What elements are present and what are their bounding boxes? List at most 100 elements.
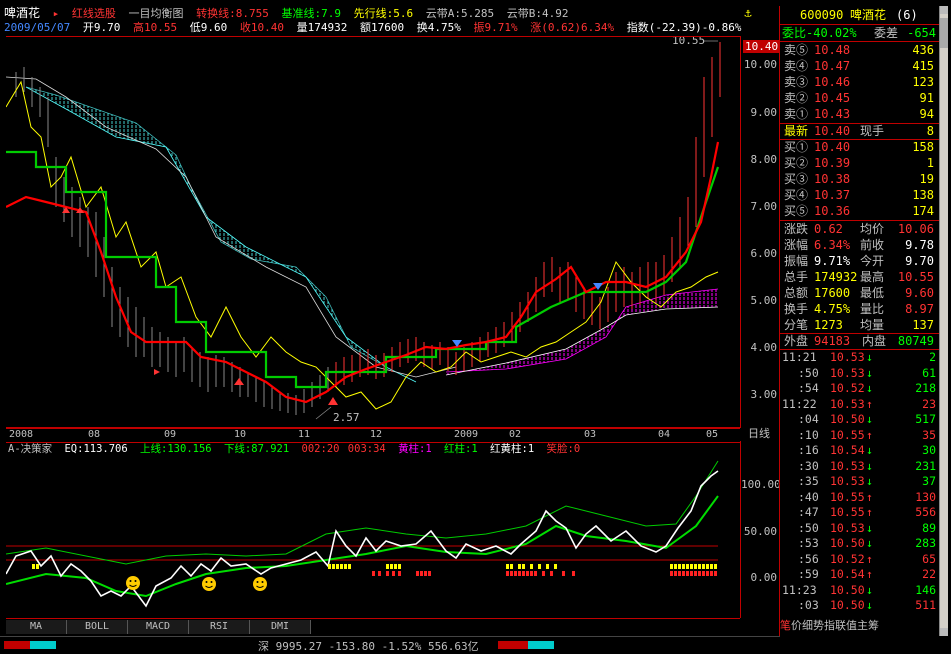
price-y-axis: 10.00 9.00 8.00 7.00 6.00 5.00 4.00 3.00… xyxy=(740,36,781,428)
tab-ma[interactable]: MA xyxy=(6,620,67,634)
bid-price: 10.36 xyxy=(814,204,851,218)
bid-row[interactable]: 买③ 10.38 19 xyxy=(780,172,940,187)
tick-direction-icon: ↑ xyxy=(866,489,873,504)
tick-row: :30 10.53 ↓ 231 xyxy=(780,459,940,475)
sub-y-label-100: 100.00 xyxy=(741,478,781,491)
tick-list[interactable]: 11:21 10.53 ↓ 2 :50 10.53 ↓ 61 :54 10.52 ↓ 218 11… xyxy=(780,350,940,616)
scroll-up-icon[interactable] xyxy=(940,6,948,14)
tick-volume: 30 xyxy=(922,443,936,457)
tick-time: :50 xyxy=(798,365,819,380)
footer-tab[interactable]: 指 xyxy=(824,619,835,632)
sub-upper: 上线:130.156 xyxy=(140,443,212,455)
chikou-value: 先行线:5.6 xyxy=(353,7,414,20)
signal-bars-red xyxy=(372,571,717,576)
scroll-down-icon[interactable] xyxy=(940,628,948,636)
scroll-thumb[interactable] xyxy=(940,18,948,48)
period-tab[interactable]: 日线 xyxy=(742,428,776,441)
bid-label: 买② xyxy=(784,156,809,170)
stat-row: 涨幅 6.34% 前收 9.78 xyxy=(780,237,940,253)
ask-row[interactable]: 卖③ 10.46 123 xyxy=(780,75,940,90)
tick-price: 10.53 xyxy=(830,520,865,535)
tick-time: 11:22 xyxy=(782,396,817,411)
date-label: 08 xyxy=(88,429,101,440)
ask-label: 卖② xyxy=(784,91,809,105)
outer-label: 外盘 xyxy=(784,334,809,348)
stat-value: 10.06 xyxy=(897,222,934,236)
sub-chart-area[interactable] xyxy=(6,456,740,619)
quote-footer-tabs: 笔价细势指联值主筹 xyxy=(780,618,940,634)
stat-label: 均量 xyxy=(860,318,885,332)
sub-red-bar: 红柱:1 xyxy=(444,443,478,455)
tick-direction-icon: ↑ xyxy=(866,396,873,411)
date-label: 03 xyxy=(584,429,597,440)
tick-price: 10.50 xyxy=(830,536,865,550)
info-turnover: 换4.75% xyxy=(416,21,461,34)
tick-direction-icon: ↓ xyxy=(866,412,873,426)
tick-direction-icon: ↓ xyxy=(866,598,873,612)
stat-value: 10.55 xyxy=(897,270,934,284)
smiley-icon xyxy=(253,577,267,591)
y-label-900: 9.00 xyxy=(750,106,778,119)
tick-price: 10.54 xyxy=(830,443,865,457)
sub-t2: 003:34 xyxy=(347,443,386,455)
footer-tab[interactable]: 主 xyxy=(857,619,868,632)
sub-chart-svg xyxy=(6,460,719,608)
y-label-300: 3.00 xyxy=(750,388,778,401)
stat-value: 4.75% xyxy=(814,302,851,316)
vertical-scrollbar[interactable] xyxy=(939,6,948,636)
footer-tab[interactable]: 细 xyxy=(802,619,813,632)
arrow-right-icon[interactable]: ▸ xyxy=(53,7,60,20)
tick-volume: 23 xyxy=(922,396,936,411)
bid-price: 10.37 xyxy=(814,188,851,202)
tab-macd[interactable]: MACD xyxy=(128,620,189,634)
tick-time: 11:21 xyxy=(782,350,817,364)
stat-value: 137 xyxy=(912,318,934,332)
footer-tab[interactable]: 值 xyxy=(846,619,857,632)
tick-time: :53 xyxy=(798,536,819,550)
bid-row[interactable]: 买① 10.40 158 xyxy=(780,140,940,155)
stat-label: 前收 xyxy=(860,238,885,252)
tick-price: 10.50 xyxy=(830,582,865,597)
tick-volume: 35 xyxy=(922,427,936,442)
sub-indicator-title[interactable]: A-决策家 xyxy=(8,443,52,455)
bid-volume: 1 xyxy=(926,156,934,170)
ask-row[interactable]: 卖⑤ 10.48 436 xyxy=(780,43,940,58)
tick-row: :40 10.55 ↑ 130 xyxy=(780,490,940,506)
tick-volume: 130 xyxy=(915,489,936,504)
ask-label: 卖③ xyxy=(784,75,809,89)
sub-yellow-bar: 黄柱:1 xyxy=(398,443,432,455)
signal-bars-yellow xyxy=(32,564,717,569)
anchor-icon[interactable]: ⚓ xyxy=(741,6,755,20)
tick-volume: 65 xyxy=(922,551,936,566)
tab-dmi[interactable]: DMI xyxy=(250,620,311,634)
tick-time: :10 xyxy=(798,427,819,442)
quote-panel: 600090 啤酒花 (6) 委比-40.02% 委差 -654 卖⑤ 10.48… xyxy=(779,6,940,636)
footer-tab[interactable]: 筹 xyxy=(868,619,879,632)
ask-row[interactable]: 卖② 10.45 91 xyxy=(780,91,940,106)
ask-row[interactable]: 卖④ 10.47 415 xyxy=(780,59,940,74)
tick-direction-icon: ↓ xyxy=(866,443,873,457)
tick-time: :54 xyxy=(798,381,819,395)
y-label-400: 4.00 xyxy=(750,341,778,354)
sub-eq: EQ:113.706 xyxy=(64,443,128,455)
indicator-label[interactable]: 红线选股 xyxy=(72,7,116,20)
stat-label: 今开 xyxy=(860,254,885,268)
ask-row[interactable]: 卖① 10.43 94 xyxy=(780,107,940,122)
weibi: 委比-40.02% xyxy=(782,26,857,40)
weicha-label: 委差 xyxy=(874,26,899,40)
tab-boll[interactable]: BOLL xyxy=(67,620,128,634)
footer-tab[interactable]: 价 xyxy=(791,619,802,632)
bid-row[interactable]: 买⑤ 10.36 174 xyxy=(780,204,940,219)
footer-tab[interactable]: 联 xyxy=(835,619,846,632)
bid-volume: 174 xyxy=(912,204,934,218)
bid-row[interactable]: 买④ 10.37 138 xyxy=(780,188,940,203)
tab-rsi[interactable]: RSI xyxy=(189,620,250,634)
tick-price: 10.52 xyxy=(830,551,865,566)
tick-time: :40 xyxy=(798,489,819,504)
bid-row[interactable]: 买② 10.39 1 xyxy=(780,156,940,171)
footer-tab[interactable]: 势 xyxy=(813,619,824,632)
footer-tab[interactable]: 笔 xyxy=(780,619,791,632)
stat-label: 量比 xyxy=(860,302,885,316)
weicha: -654 xyxy=(907,26,936,40)
tick-direction-icon: ↑ xyxy=(866,427,873,442)
